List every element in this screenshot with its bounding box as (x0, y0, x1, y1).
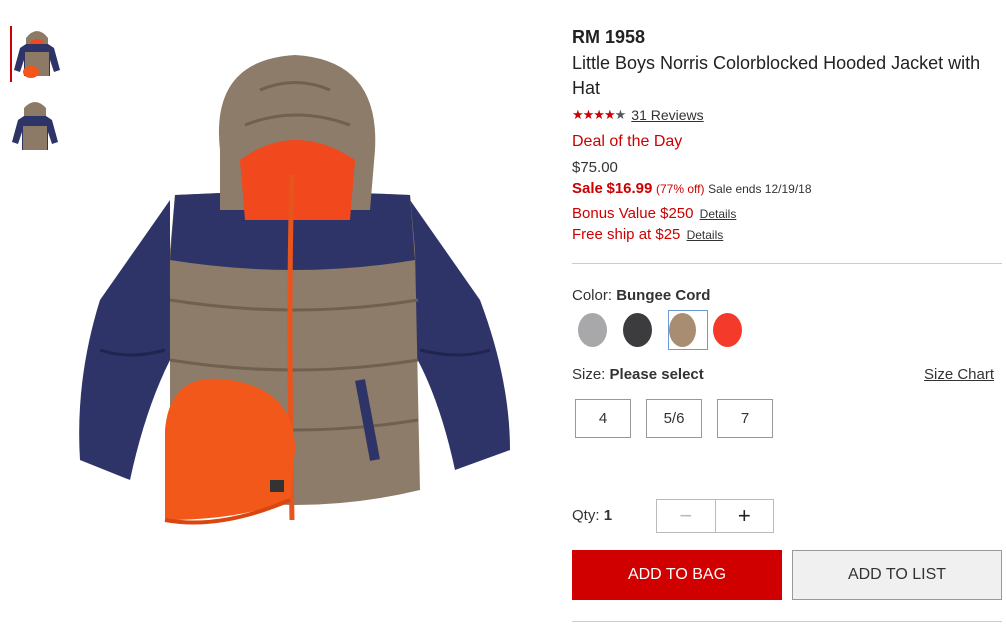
size-options: 4 5/6 7 (575, 399, 788, 438)
brand-name[interactable]: RM 1958 (572, 26, 1002, 48)
bonus-value-text: Bonus Value $250 (572, 205, 694, 222)
product-title: Little Boys Norris Colorblocked Hooded J… (572, 53, 981, 98)
rating: ★★★★★ 31 Reviews (572, 107, 1002, 123)
sale-price: $16.99 (606, 180, 653, 197)
size-chart-link[interactable]: Size Chart (924, 366, 994, 383)
percent-off: (77% off) (656, 182, 705, 196)
product-info: RM 1958 Little Boys Norris Colorblocked … (572, 26, 1002, 243)
size-option-7[interactable]: 7 (717, 399, 773, 438)
size-selection-prompt: Please select (609, 366, 704, 383)
swatch-charcoal-circle (623, 313, 652, 347)
quantity-value: 1 (603, 507, 613, 524)
quantity-label-row: Qty: 1 (572, 507, 612, 524)
sale-price-row: Sale $16.99 (77% off) Sale ends 12/19/18 (572, 180, 1002, 197)
free-ship-details-link[interactable]: Details (687, 228, 724, 242)
increment-button[interactable]: + (716, 500, 774, 532)
color-swatches (578, 310, 758, 350)
original-price: $75.00 (572, 159, 618, 176)
color-label: Color: (572, 287, 613, 304)
swatch-charcoal[interactable] (623, 310, 663, 350)
free-ship-promo: Free ship at $25 Details (572, 226, 1002, 243)
bonus-value-promo: Bonus Value $250 Details (572, 205, 1002, 222)
deal-label: Deal of the Day (572, 133, 683, 150)
quantity-stepper: − + (656, 499, 774, 533)
swatch-gray-circle (578, 313, 607, 347)
star-rating-icon: ★★★★★ (572, 107, 626, 122)
size-option-4[interactable]: 4 (575, 399, 631, 438)
thumbnail-front[interactable] (10, 26, 62, 82)
swatch-bungee-cord-circle (669, 313, 696, 347)
swatch-bungee-cord[interactable] (668, 310, 708, 350)
size-label-row: Size: Please select (572, 366, 704, 383)
jacket-front-thumbnail-image (14, 31, 60, 78)
divider (572, 263, 1002, 264)
thumbnail-back[interactable] (10, 98, 60, 154)
color-label-row: Color: Bungee Cord (572, 287, 710, 304)
sale-prefix: Sale (572, 180, 603, 197)
swatch-orange-red-circle (713, 313, 742, 347)
bottom-divider (572, 621, 1002, 622)
add-to-bag-button[interactable]: ADD TO BAG (572, 550, 782, 600)
jacket-back-thumbnail-image (12, 102, 58, 150)
swatch-gray[interactable] (578, 310, 618, 350)
size-option-5-6[interactable]: 5/6 (646, 399, 702, 438)
size-label: Size: (572, 366, 606, 383)
jacket-illustration (79, 55, 510, 525)
thumbnail-list (10, 26, 62, 170)
swatch-orange-red[interactable] (713, 310, 753, 350)
sale-ends: Sale ends 12/19/18 (708, 182, 812, 196)
free-ship-text: Free ship at $25 (572, 226, 681, 243)
reviews-link[interactable]: 31 Reviews (631, 107, 703, 123)
main-product-image[interactable] (70, 50, 520, 540)
quantity-label: Qty: (572, 507, 600, 524)
add-to-list-button[interactable]: ADD TO LIST (792, 550, 1002, 600)
selected-color: Bungee Cord (616, 287, 711, 304)
bonus-details-link[interactable]: Details (700, 207, 737, 221)
decrement-button[interactable]: − (657, 500, 716, 532)
